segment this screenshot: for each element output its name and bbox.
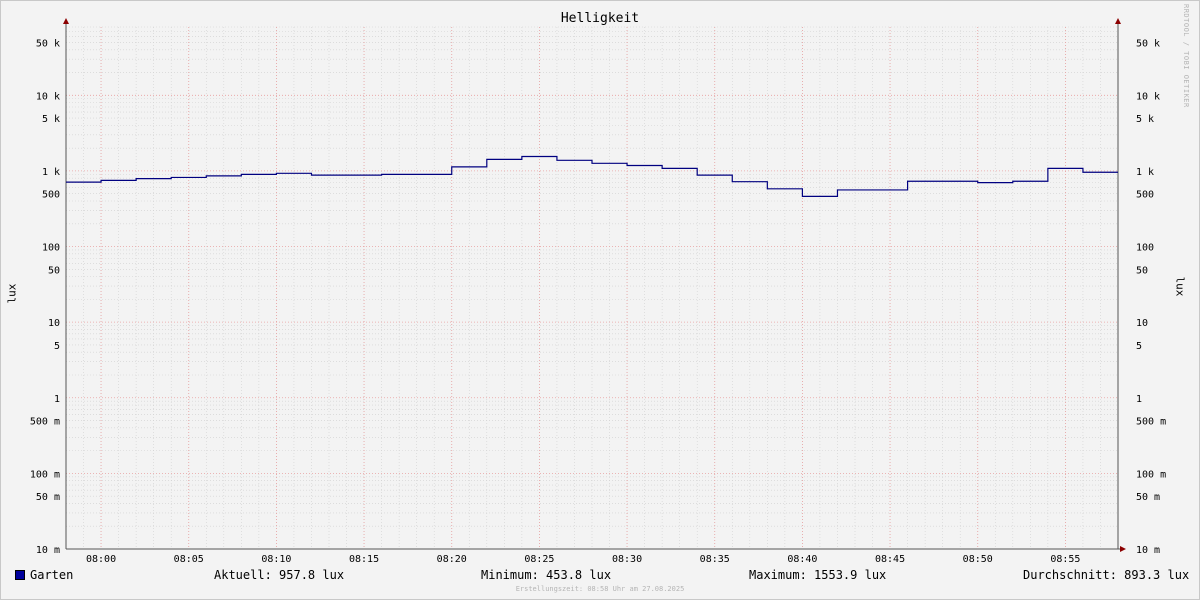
x-tick-label: 08:30 xyxy=(612,554,642,565)
tick-labels: 10 m 10 m 50 m 50 m 100 m 100 m 500 m 500 m 1 1 5 5… xyxy=(30,38,1166,565)
rrdtool-watermark: RRDTOOL / TOBI OETIKER xyxy=(1182,4,1190,108)
y-tick-label-right: 10 k xyxy=(1136,91,1160,102)
y-tick-label-right: 10 xyxy=(1136,318,1148,329)
y-tick-label-left: 500 xyxy=(42,190,60,201)
y-tick-label-left: 10 xyxy=(48,318,60,329)
y-tick-label-right: 1 k xyxy=(1136,167,1154,178)
y-tick-label-left: 100 m xyxy=(30,469,60,480)
y-tick-label-right: 500 m xyxy=(1136,417,1166,428)
y-tick-label-right: 100 xyxy=(1136,243,1154,254)
x-tick-label: 08:05 xyxy=(174,554,204,565)
y-tick-label-left: 10 m xyxy=(36,545,60,556)
creation-time-footer: Erstellungszeit: 08:58 Uhr am 27.08.2025 xyxy=(515,585,685,593)
x-tick-label: 08:40 xyxy=(787,554,817,565)
y-tick-label-right: 100 m xyxy=(1136,469,1166,480)
y-tick-label-left: 1 xyxy=(54,394,60,405)
y-tick-label-left: 10 k xyxy=(36,91,60,102)
x-tick-label: 08:25 xyxy=(524,554,554,565)
y-tick-label-left: 500 m xyxy=(30,417,60,428)
y-tick-label-left: 50 m xyxy=(36,492,60,503)
x-tick-label: 08:50 xyxy=(963,554,993,565)
y-tick-label-right: 50 m xyxy=(1136,492,1160,503)
legend-maximum: Maximum: 1553.9 lux xyxy=(749,568,887,582)
y-tick-label-left: 5 xyxy=(54,341,60,352)
y-tick-label-right: 10 m xyxy=(1136,545,1160,556)
x-tick-label: 08:45 xyxy=(875,554,905,565)
y-axis-label-left: lux xyxy=(5,283,19,304)
legend-series-name: Garten xyxy=(30,568,74,582)
y-tick-label-right: 50 k xyxy=(1136,38,1160,49)
legend-current: Aktuell: 957.8 lux xyxy=(214,568,345,582)
brightness-chart: 10 m 10 m 50 m 50 m 100 m 100 m 500 m 500 m 1 1 5 5… xyxy=(30,18,1166,565)
y-tick-label-left: 100 xyxy=(42,243,60,254)
x-tick-label: 08:15 xyxy=(349,554,379,565)
x-tick-label: 08:00 xyxy=(86,554,116,565)
chart-title: Helligkeit xyxy=(560,11,640,26)
x-axis-arrow xyxy=(1120,546,1126,552)
y-tick-label-left: 50 k xyxy=(36,38,60,49)
x-tick-label: 08:10 xyxy=(261,554,291,565)
y-tick-label-right: 500 xyxy=(1136,190,1154,201)
y-axis-label-right: lux xyxy=(1173,276,1187,297)
y-tick-label-right: 1 xyxy=(1136,394,1142,405)
x-tick-label: 08:35 xyxy=(700,554,730,565)
y-tick-label-right: 50 xyxy=(1136,265,1148,276)
x-tick-label: 08:20 xyxy=(437,554,467,565)
y-tick-label-left: 5 k xyxy=(42,114,60,125)
legend: Garten Aktuell: 957.8 lux Minimum: 453.8… xyxy=(0,568,1200,584)
legend-minimum: Minimum: 453.8 lux xyxy=(481,568,612,582)
y-tick-label-left: 50 xyxy=(48,265,60,276)
legend-average: Durchschnitt: 893.3 lux xyxy=(1023,568,1190,582)
grid-minor xyxy=(65,26,1119,549)
y-tick-label-right: 5 xyxy=(1136,341,1142,352)
x-tick-label: 08:55 xyxy=(1050,554,1080,565)
y-tick-label-right: 5 k xyxy=(1136,114,1154,125)
axes xyxy=(63,18,1126,552)
y-tick-label-left: 1 k xyxy=(42,167,60,178)
